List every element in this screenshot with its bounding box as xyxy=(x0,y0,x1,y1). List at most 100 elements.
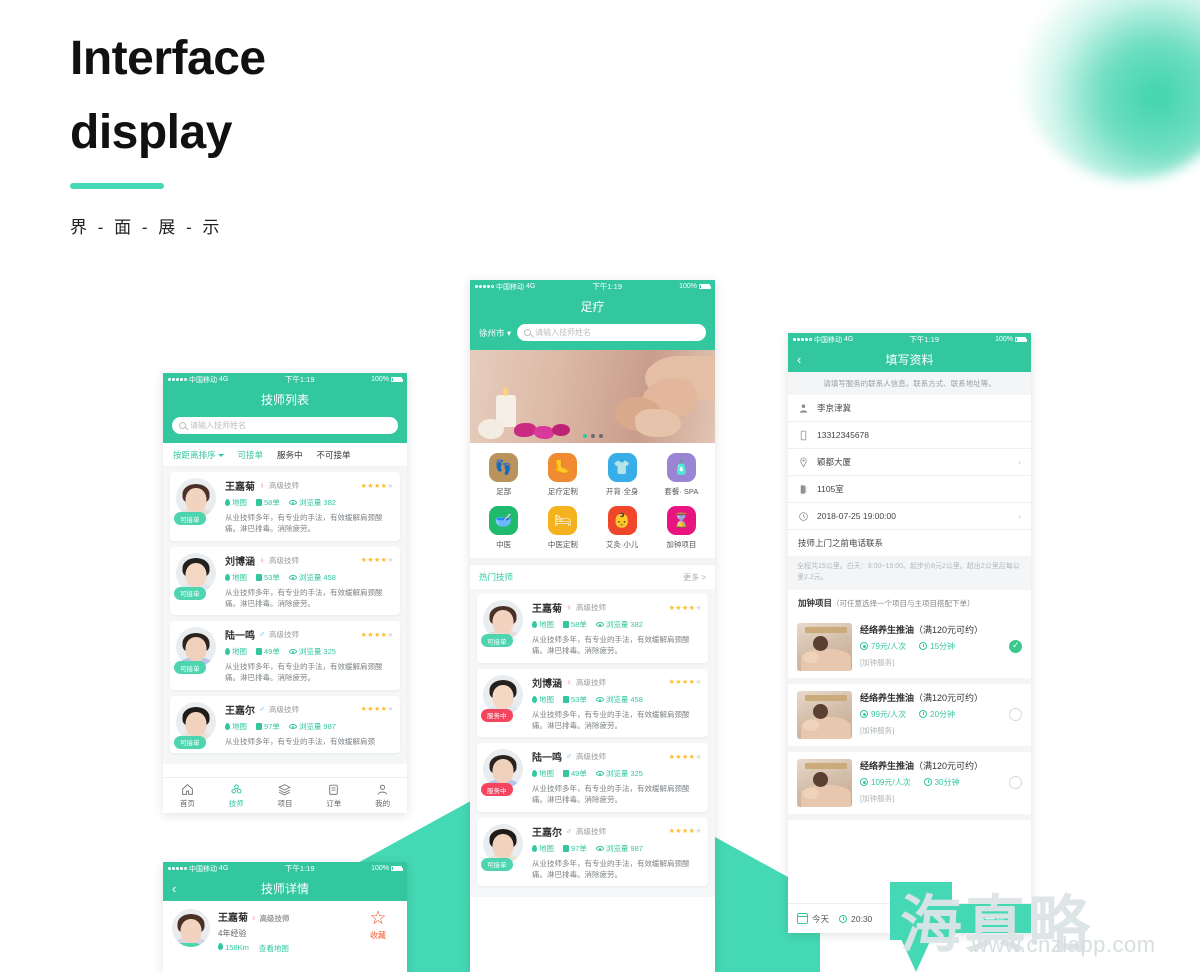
map-item[interactable]: 地图 xyxy=(225,646,247,657)
views-item: 浏览量 325 xyxy=(595,768,643,779)
map-item[interactable]: 地图 xyxy=(532,619,554,630)
filter-tab-2[interactable]: 服务中 xyxy=(277,449,303,461)
map-item[interactable]: 地图 xyxy=(225,497,247,508)
technician-name: 王嘉菊 xyxy=(225,482,255,493)
phone-technician-list: 中国移动 4G 下午1:19 100% 技师列表 请输入技师姓名 按距离排序 可接… xyxy=(163,373,407,813)
map-item[interactable]: 地图 xyxy=(225,721,247,732)
status-bar-right: 100% xyxy=(371,376,403,383)
banner-dot-0[interactable] xyxy=(582,434,587,438)
filter-tab-1[interactable]: 可接单 xyxy=(238,449,264,461)
tab-项目[interactable]: 项目 xyxy=(261,778,310,813)
pin-icon xyxy=(225,648,230,655)
status-time: 下午1:19 xyxy=(592,282,623,291)
addon-duration: 20分钟 xyxy=(919,709,955,720)
addon-item-1[interactable]: 经络养生推油（满120元可约） 99元/人次 20分钟 [加钟服务] xyxy=(788,683,1031,752)
service-category-5[interactable]: 🛏 中医定制 xyxy=(533,506,592,550)
map-item[interactable]: 地图 xyxy=(225,572,247,583)
order-icon xyxy=(256,648,262,655)
status-bar-left: 中国移动 4G xyxy=(168,375,228,385)
carrier-label: 中国移动 xyxy=(189,865,217,873)
form-row-4[interactable]: 2018-07-25 19:00:00 › xyxy=(788,503,1031,530)
tab-订单[interactable]: 订单 xyxy=(309,778,358,813)
table-row[interactable]: 服务中 刘博涵 ♀ 高级技师 ★★★★★ 地图 53单 浏览量 458 从业技师多年，有专业的手… xyxy=(477,668,708,737)
service-category-7[interactable]: ⌛ 加钟项目 xyxy=(652,506,711,550)
view-map-link[interactable]: 查看地图 xyxy=(259,943,289,954)
form-row-3[interactable]: 1105室 xyxy=(788,476,1031,503)
clipboard-icon xyxy=(327,783,340,796)
addon-item-0[interactable]: 经络养生推油（满120元可约） 79元/人次 15分钟 [加钟服务] xyxy=(788,615,1031,684)
service-label: 套餐· SPA xyxy=(664,487,699,496)
technician-info: 陆一鸣 ♂ 高级技师 ★★★★★ 地图 49单 浏览量 325 从业技师多年，有专业的手法，有… xyxy=(223,627,394,684)
clock-icon xyxy=(919,710,928,719)
table-row[interactable]: 可接单 刘博涵 ♀ 高级技师 ★★★★★ 地图 53单 浏览量 458 从业技师多年，有专业的手… xyxy=(170,546,400,615)
tab-首页[interactable]: 首页 xyxy=(163,778,212,813)
back-icon[interactable]: ‹ xyxy=(797,353,801,366)
status-bar-right: 100% xyxy=(995,336,1027,343)
filter-tab-3[interactable]: 不可接单 xyxy=(317,449,351,461)
banner-dot-2[interactable] xyxy=(598,434,603,438)
form-row-0[interactable]: 李京津冀 xyxy=(788,395,1031,422)
search-input[interactable]: 请输入技师姓名 xyxy=(172,417,398,434)
banner-dot-1[interactable] xyxy=(590,434,595,438)
title-underline xyxy=(70,182,164,189)
table-row[interactable]: 可接单 王嘉菊 ♀ 高级技师 ★★★★★ 地图 58单 浏览量 382 从业技师多年，有专业的手… xyxy=(477,594,708,663)
fee-note: 全程共15公里。白天：9:00~19:00。起步价8元2公里。超出2公里后每公里… xyxy=(788,556,1031,590)
tab-技师[interactable]: 技师 xyxy=(212,778,261,813)
filter-tab-0[interactable]: 按距离排序 xyxy=(173,449,224,461)
city-selector[interactable]: 徐州市 ▾ xyxy=(479,327,511,339)
technician-level: 高级技师 xyxy=(576,603,606,612)
title-line-2: display xyxy=(70,106,232,160)
service-category-4[interactable]: 🥣 中医 xyxy=(474,506,533,550)
status-bar: 中国移动 4G 下午1:19 100% xyxy=(470,280,715,293)
addon-meta: 79元/人次 15分钟 xyxy=(860,641,1001,652)
form-row-2[interactable]: 颖都大厦 › xyxy=(788,449,1031,476)
network-label: 4G xyxy=(219,865,229,872)
service-label: 艾灸·小儿 xyxy=(605,540,639,549)
back-icon[interactable]: ‹ xyxy=(172,882,176,895)
technician-meta-row: 地图 49单 浏览量 325 xyxy=(532,768,702,779)
map-item[interactable]: 地图 xyxy=(532,843,554,854)
table-row[interactable]: 可接单 王嘉尔 ♂ 高级技师 ★★★★★ 地图 97单 浏览量 987 从业技师多年，有专业的手… xyxy=(477,817,708,886)
table-row[interactable]: 可接单 王嘉菊 ♀ 高级技师 ★★★★★ 地图 58单 浏览量 382 从业技师多年，有专业的手… xyxy=(170,472,400,541)
service-category-2[interactable]: 👕 开背·全身 xyxy=(593,453,652,497)
order-icon xyxy=(256,573,262,581)
time-selector[interactable]: 20:30 xyxy=(839,914,872,924)
battery-percent: 100% xyxy=(371,376,389,383)
pin-icon xyxy=(532,770,537,777)
status-badge: 可接单 xyxy=(174,735,206,749)
search-input[interactable]: 请输入技师姓名 xyxy=(517,324,706,341)
hero-subtitle: 界 - 面 - 展 - 示 xyxy=(70,217,223,237)
more-link[interactable]: 更多 > xyxy=(683,572,706,583)
service-category-1[interactable]: 🦶 足疗定制 xyxy=(533,453,592,497)
rating-stars: ★★★★★ xyxy=(668,679,702,686)
favorite-button[interactable]: ☆ 收藏 xyxy=(358,909,398,954)
status-bar: 中国移动 4G 下午1:19 100% xyxy=(788,333,1031,346)
map-item[interactable]: 地图 xyxy=(532,768,554,779)
addon-item-2[interactable]: 经络养生推油（满120元可约） 109元/人次 30分钟 [加钟服务] xyxy=(788,751,1031,820)
tab-我的[interactable]: 我的 xyxy=(358,778,407,813)
table-row[interactable]: 可接单 陆一鸣 ♂ 高级技师 ★★★★★ 地图 49单 浏览量 325 从业技师多年，有专业的手… xyxy=(170,621,400,690)
map-item[interactable]: 地图 xyxy=(532,694,554,705)
nav-title: 足疗 xyxy=(580,299,605,314)
form-row-1[interactable]: 13312345678 xyxy=(788,422,1031,449)
distance-value: 158Km xyxy=(225,943,249,952)
service-icon: 👶 xyxy=(607,506,637,535)
table-row[interactable]: 可接单 王嘉尔 ♂ 高级技师 ★★★★★ 地图 97单 浏览量 987 从业技师多年，有专业的手… xyxy=(170,695,400,753)
technician-name-row: 王嘉菊 ♀ 高级技师 ★★★★★ xyxy=(532,600,702,615)
addon-price: 79元/人次 xyxy=(860,641,906,652)
service-category-6[interactable]: 👶 艾灸·小儿 xyxy=(593,506,652,550)
technician-description: 从业技师多年，有专业的手法，有效缓解肩颈酸痛。淋巴排毒。消除疲劳。 xyxy=(225,662,383,683)
addon-radio[interactable] xyxy=(1009,776,1022,790)
banner-pagination-dots[interactable] xyxy=(582,434,603,438)
nav-bar: 足疗 xyxy=(470,293,715,319)
service-category-0[interactable]: 👣 足部 xyxy=(474,453,533,497)
order-icon xyxy=(563,621,569,628)
hero-banner-image[interactable] xyxy=(470,350,715,443)
date-selector[interactable]: 今天 xyxy=(797,913,829,925)
table-row[interactable]: 服务中 陆一鸣 ♂ 高级技师 ★★★★★ 地图 49单 浏览量 325 从业技师多年，有专业的手… xyxy=(477,743,708,812)
addon-radio[interactable] xyxy=(1009,640,1022,654)
form-fields: 李京津冀 13312345678 颖都大厦 › 1105室 2018-07-25 19:0… xyxy=(788,395,1031,530)
addon-radio[interactable] xyxy=(1009,708,1022,722)
service-category-3[interactable]: 🧴 套餐· SPA xyxy=(652,453,711,497)
door-icon xyxy=(798,483,809,495)
